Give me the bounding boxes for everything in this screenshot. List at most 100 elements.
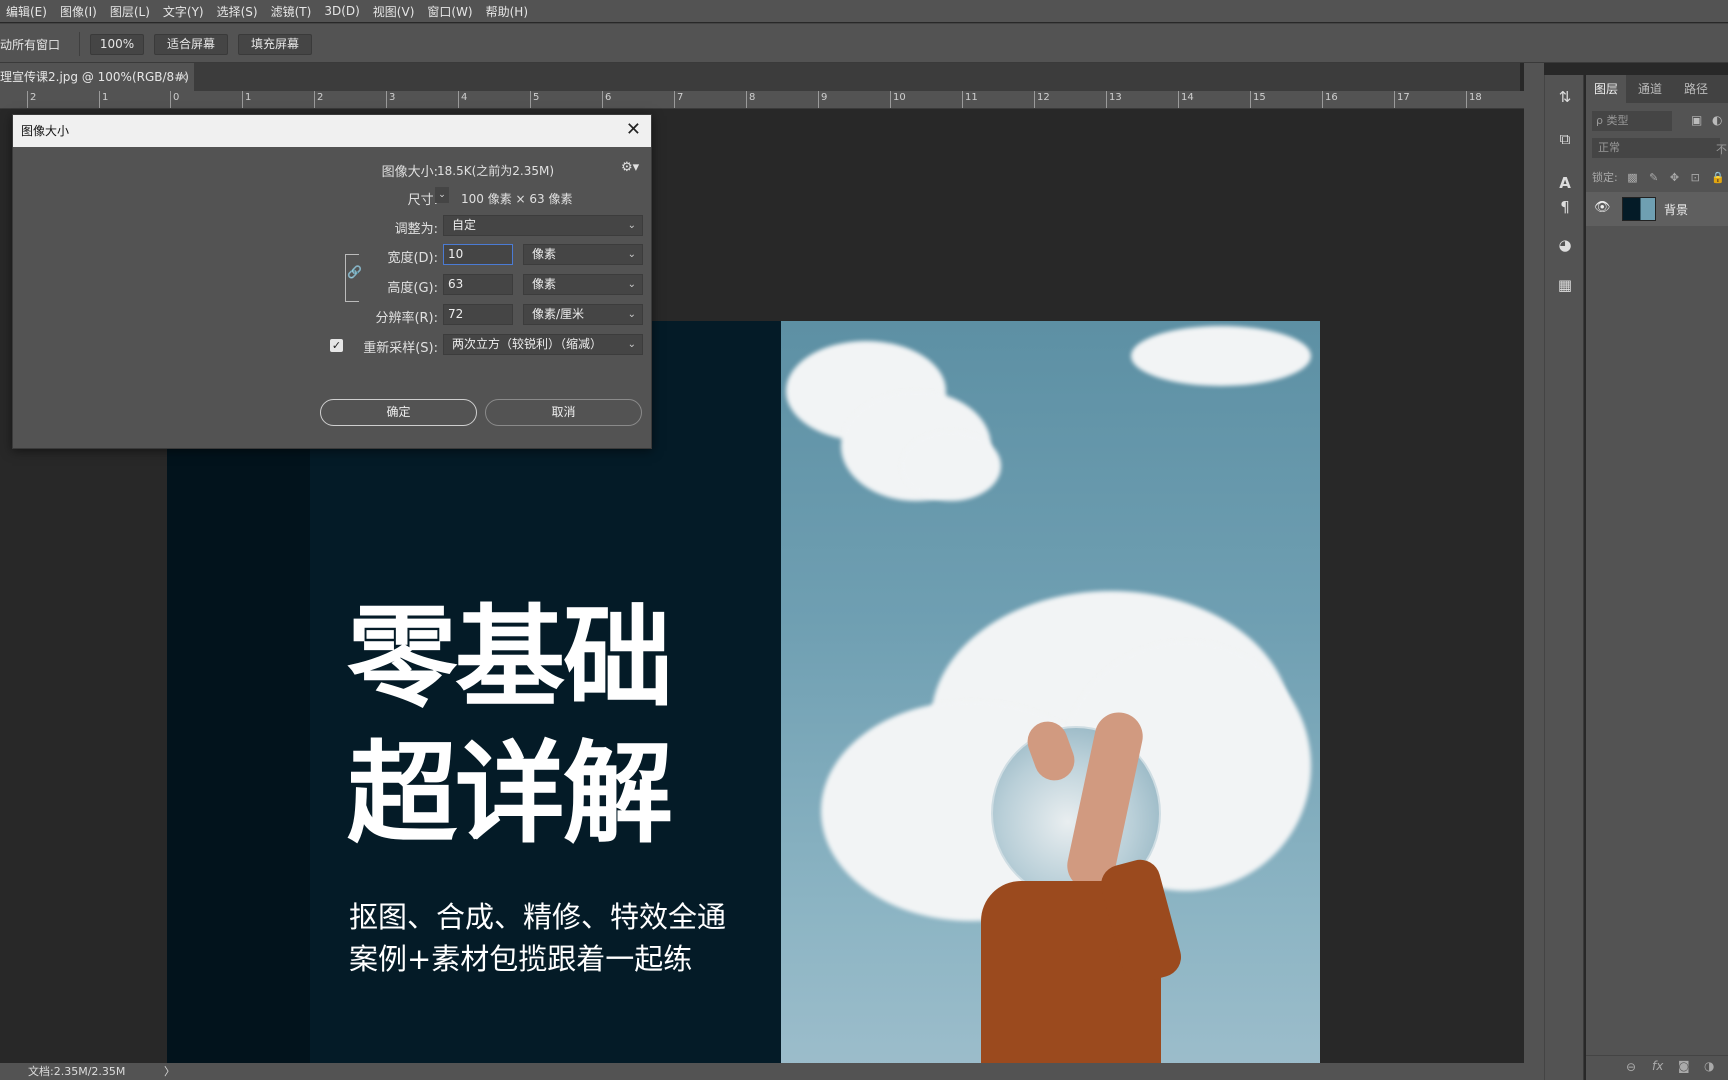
history-icon[interactable]: ⇅	[1553, 85, 1577, 109]
swatches-icon[interactable]: ◕	[1553, 233, 1577, 257]
grid-icon[interactable]: ▦	[1553, 273, 1577, 297]
fit-screen-button[interactable]: 适合屏幕	[154, 34, 228, 55]
resolution-label: 分辨率(R):	[375, 311, 438, 326]
chevron-down-icon[interactable]: ⌄	[435, 187, 449, 203]
adjustment-filter-icon[interactable]: ◐	[1712, 113, 1722, 127]
document-info: 文档:2.35M/2.35M	[28, 1065, 126, 1078]
resample-label: 重新采样(S):	[363, 341, 438, 356]
fx-icon[interactable]: fx	[1652, 1059, 1663, 1073]
image-size-value: 18.5K(之前为2.35M)	[437, 164, 555, 178]
menu-view[interactable]: 视图(V)	[367, 3, 422, 20]
image-subtitle-line2: 案例+素材包揽跟着一起练	[349, 942, 693, 976]
width-unit-select[interactable]: 像素 ⌄	[523, 244, 643, 265]
resample-checkbox[interactable]: ✓	[330, 339, 343, 352]
status-bar: 文档:2.35M/2.35M 〉	[0, 1063, 1524, 1080]
height-unit-value: 像素	[532, 277, 557, 291]
menu-select[interactable]: 选择(S)	[211, 3, 265, 20]
menu-edit[interactable]: 编辑(E)	[0, 3, 54, 20]
resample-select[interactable]: 两次立方（较锐利）（缩减） ⌄	[443, 334, 643, 355]
ruler-tick: 12	[1034, 91, 1050, 108]
panel-dock: ⇅ ⧉ A ¶ ◕ ▦	[1544, 75, 1584, 1080]
close-icon[interactable]: ✕	[626, 115, 641, 145]
layer-row-background[interactable]: 👁 背景	[1586, 192, 1728, 226]
character-icon[interactable]: A	[1553, 171, 1577, 195]
height-unit-select[interactable]: 像素 ⌄	[523, 274, 643, 295]
properties-icon[interactable]: ⧉	[1553, 127, 1577, 151]
ruler-tick: 2	[314, 91, 323, 108]
ruler-tick: 3	[386, 91, 395, 108]
image-size-dialog: 图像大小 ✕ 图像大小: 18.5K(之前为2.35M) ⚙▾ 尺寸: ⌄ 10…	[12, 114, 652, 449]
chevron-down-icon: ⌄	[627, 220, 636, 231]
cancel-button[interactable]: 取消	[485, 399, 642, 426]
options-divider	[79, 32, 80, 56]
ruler-tick: 1	[242, 91, 251, 108]
menu-help[interactable]: 帮助(H)	[480, 3, 535, 20]
ruler-tick: 13	[1106, 91, 1122, 108]
menu-filter[interactable]: 滤镜(T)	[265, 3, 319, 20]
chevron-down-icon: ⌄	[627, 309, 636, 320]
fit-to-select[interactable]: 自定 ⌄	[443, 215, 643, 236]
image-headline-line1: 零基础	[347, 594, 673, 722]
ruler-tick: 7	[674, 91, 683, 108]
fit-to-value: 自定	[452, 218, 477, 232]
photoshop-window: 编辑(E) 图像(I) 图层(L) 文字(Y) 选择(S) 滤镜(T) 3D(D…	[0, 0, 1728, 1080]
ruler-tick: 14	[1178, 91, 1194, 108]
ok-button[interactable]: 确定	[320, 399, 477, 426]
image-filter-icon[interactable]: ▣	[1691, 113, 1702, 127]
layer-thumbnail	[1622, 197, 1656, 221]
blend-mode-select[interactable]: 正常	[1592, 138, 1720, 158]
close-tab-icon[interactable]: ×	[178, 63, 188, 91]
image-headline-line2: 超详解	[347, 730, 673, 858]
width-input[interactable]: 10	[443, 244, 513, 265]
height-label: 高度(G):	[387, 281, 438, 296]
lock-all-icon[interactable]: 🔒	[1711, 171, 1725, 184]
layer-filter-select[interactable]: ρ 类型	[1592, 111, 1672, 131]
ruler-tick: 18	[1466, 91, 1482, 108]
eye-icon[interactable]: 👁	[1594, 200, 1611, 215]
link-layers-icon[interactable]: ⊖	[1626, 1060, 1636, 1074]
tab-layers[interactable]: 图层	[1586, 75, 1627, 103]
zoom-100-button[interactable]: 100%	[90, 34, 144, 55]
lock-artboard-icon[interactable]: ⊡	[1691, 171, 1700, 184]
paragraph-icon[interactable]: ¶	[1553, 195, 1577, 219]
height-input[interactable]: 63	[443, 274, 513, 295]
document-tab-bar: 理宣传课2.jpg @ 100%(RGB/8#) ×	[0, 63, 1520, 91]
image-size-label: 图像大小:	[381, 165, 438, 180]
cloud-shape	[901, 431, 1001, 501]
menu-3d[interactable]: 3D(D)	[318, 4, 366, 18]
tab-channels[interactable]: 通道	[1630, 75, 1670, 103]
scroll-all-windows-checkbox[interactable]: 滚动所有窗口	[0, 36, 60, 53]
menu-window[interactable]: 窗口(W)	[421, 3, 479, 20]
resolution-input[interactable]: 72	[443, 304, 513, 325]
gear-icon[interactable]: ⚙▾	[621, 160, 639, 175]
ruler-tick: 8	[746, 91, 755, 108]
ruler-tick: 2	[27, 91, 36, 108]
document-tab[interactable]: 理宣传课2.jpg @ 100%(RGB/8#) ×	[0, 63, 194, 91]
layers-panel-footer: ⊖ fx ◙ ◑	[1586, 1055, 1728, 1080]
ruler-tick: 6	[602, 91, 611, 108]
width-label: 宽度(D):	[387, 251, 438, 266]
adjustment-layer-icon[interactable]: ◑	[1704, 1059, 1714, 1073]
lock-move-icon[interactable]: ✥	[1670, 171, 1679, 184]
lock-paint-icon[interactable]: ✎	[1649, 171, 1658, 184]
image-photo-clouds	[781, 321, 1320, 1069]
canvas-scrollbar-strip	[1524, 63, 1544, 1080]
width-unit-value: 像素	[532, 247, 557, 261]
resample-value: 两次立方（较锐利）（缩减）	[452, 337, 603, 351]
menu-layer[interactable]: 图层(L)	[104, 3, 157, 20]
status-menu-arrow-icon[interactable]: 〉	[164, 1063, 175, 1080]
menu-type[interactable]: 文字(Y)	[157, 3, 211, 20]
lock-transparency-icon[interactable]: ▩	[1627, 171, 1637, 184]
lock-label: 锁定:	[1592, 171, 1618, 184]
opacity-label: 不	[1716, 143, 1727, 156]
tab-paths[interactable]: 路径	[1676, 75, 1716, 103]
ruler-tick: 16	[1322, 91, 1338, 108]
chevron-down-icon: ⌄	[627, 279, 636, 290]
resolution-unit-select[interactable]: 像素/厘米 ⌄	[523, 304, 643, 325]
fill-screen-button[interactable]: 填充屏幕	[238, 34, 312, 55]
add-mask-icon[interactable]: ◙	[1678, 1059, 1690, 1073]
menu-image[interactable]: 图像(I)	[54, 3, 104, 20]
ruler-tick: 15	[1250, 91, 1266, 108]
ruler-tick: 9	[818, 91, 827, 108]
dialog-title-bar: 图像大小 ✕	[13, 115, 651, 147]
